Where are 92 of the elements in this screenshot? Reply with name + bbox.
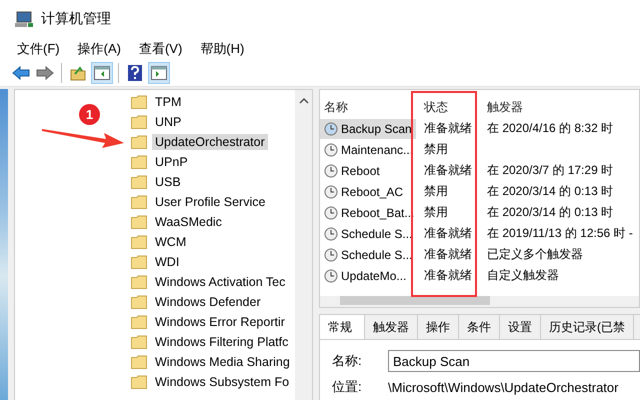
tree-item[interactable]: Windows Filtering Platfc xyxy=(152,334,292,350)
task-name: Schedule S... xyxy=(341,226,412,240)
table-cell-text: 在 2020/4/16 的 8:32 时 xyxy=(486,120,614,137)
folder-icon xyxy=(131,155,147,169)
clock-icon xyxy=(324,226,338,240)
folder-icon xyxy=(131,135,147,149)
scroll-thumb[interactable] xyxy=(340,296,490,306)
window-title: 计算机管理 xyxy=(41,10,111,28)
folder-icon xyxy=(131,115,147,129)
name-field[interactable]: Backup Scan xyxy=(388,350,640,372)
location-value: \Microsoft\Windows\UpdateOrchestrator xyxy=(388,380,618,394)
menu-item[interactable]: 帮助(H) xyxy=(200,40,244,58)
clock-icon xyxy=(324,268,338,282)
table-cell-text: 准备就绪 xyxy=(423,267,473,284)
folder-icon xyxy=(131,255,147,269)
tree-item[interactable]: Windows Defender xyxy=(152,294,264,310)
tree-item[interactable]: USB xyxy=(152,174,184,190)
folder-icon xyxy=(131,275,147,289)
table-cell-text: 准备就绪 xyxy=(423,225,473,242)
tree-item[interactable]: UNP xyxy=(152,114,184,130)
clock-icon xyxy=(324,164,338,178)
task-name-cell[interactable]: Schedule S... xyxy=(320,224,416,244)
scrollbar[interactable] xyxy=(319,296,640,308)
clock-icon xyxy=(324,184,338,198)
column-header[interactable]: 名称 xyxy=(320,97,416,117)
tree-item[interactable]: Windows Media Sharing xyxy=(152,354,293,370)
task-name: Reboot_AC xyxy=(341,184,404,198)
table-cell-text: 准备就绪 xyxy=(423,246,473,263)
table-cell-text: 已定义多个触发器 xyxy=(486,246,583,263)
tree-item[interactable]: Windows Error Reportir xyxy=(152,314,288,330)
show-tree-button[interactable] xyxy=(91,62,113,84)
tree-item[interactable]: TPM xyxy=(152,94,184,110)
menu-item[interactable]: 查看(V) xyxy=(138,40,182,58)
tab[interactable]: 条件 xyxy=(459,315,500,339)
task-name-cell[interactable]: Maintenanc... xyxy=(320,140,416,160)
tree-item[interactable]: UPnP xyxy=(152,154,191,170)
task-name: Schedule S... xyxy=(341,248,412,262)
clock-icon xyxy=(324,142,338,156)
table-cell-text: 在 2019/11/13 的 12:56 时 - xyxy=(486,225,633,242)
menu-item[interactable]: 文件(F) xyxy=(17,40,60,58)
tab[interactable]: 触发器 xyxy=(365,315,418,339)
tab[interactable]: 常规 xyxy=(320,315,365,339)
column-header[interactable]: 状态 xyxy=(416,98,482,116)
task-name: UpdateMo... xyxy=(341,268,406,282)
table-cell-text: 准备就绪 xyxy=(423,120,473,137)
table-cell-text: 自定义触发器 xyxy=(486,267,559,284)
field-label: 名称: xyxy=(332,352,363,370)
table-cell-text: 在 2020/3/7 的 17:29 时 xyxy=(486,162,614,179)
task-name-cell[interactable]: Schedule S... xyxy=(320,244,416,264)
folder-icon xyxy=(131,195,147,209)
tab[interactable]: 设置 xyxy=(500,315,541,339)
table-cell-text: 在 2020/3/14 的 0:13 时 xyxy=(486,183,614,200)
action-pane-button[interactable] xyxy=(148,62,170,84)
task-name-cell[interactable]: Backup Scan xyxy=(320,118,416,138)
clock-icon xyxy=(324,206,338,220)
folder-icon xyxy=(131,95,147,109)
tree-item[interactable]: WaaSMedic xyxy=(152,214,225,230)
scroll-up-icon[interactable] xyxy=(298,98,308,104)
tree-item[interactable]: Windows Subsystem Fo xyxy=(152,374,292,390)
table-cell-text: 禁用 xyxy=(423,204,449,221)
task-name: Maintenanc... xyxy=(341,142,414,156)
folder-icon xyxy=(131,235,147,249)
tree-item[interactable]: User Profile Service xyxy=(152,194,268,210)
task-name: Backup Scan xyxy=(341,122,412,136)
task-name-cell[interactable]: UpdateMo... xyxy=(320,266,416,286)
scrollbar[interactable] xyxy=(295,90,312,400)
tree-item[interactable]: WCM xyxy=(152,234,190,250)
tab[interactable]: 操作 xyxy=(418,315,459,339)
task-name-cell[interactable]: Reboot_AC xyxy=(320,182,416,202)
folder-icon xyxy=(131,295,147,309)
table-cell-text: 禁用 xyxy=(423,141,449,158)
table-cell-text: 禁用 xyxy=(423,183,449,200)
tree-item[interactable]: Windows Activation Tec xyxy=(152,274,288,290)
table-cell-text: 在 2020/3/14 的 0:13 时 xyxy=(486,204,614,221)
table-cell-text: 准备就绪 xyxy=(423,162,473,179)
folder-icon xyxy=(131,315,147,329)
menu-item[interactable]: 操作(A) xyxy=(78,40,121,58)
folder-icon xyxy=(131,335,147,349)
folder-icon xyxy=(131,355,147,369)
folder-icon xyxy=(131,215,147,229)
folder-icon xyxy=(131,375,147,389)
field-label: 位置: xyxy=(332,378,363,396)
task-name: Reboot xyxy=(341,164,380,178)
clock-icon xyxy=(324,122,338,136)
tree-item[interactable]: WDI xyxy=(152,254,182,270)
column-header[interactable]: 触发器 xyxy=(482,98,523,116)
task-name-cell[interactable]: Reboot xyxy=(320,160,416,180)
folder-icon xyxy=(131,175,147,189)
computer-icon xyxy=(15,11,33,27)
tree-item[interactable]: UpdateOrchestrator xyxy=(152,134,268,150)
clock-icon xyxy=(324,248,338,262)
tab[interactable]: 历史记录(已禁 xyxy=(541,315,634,339)
